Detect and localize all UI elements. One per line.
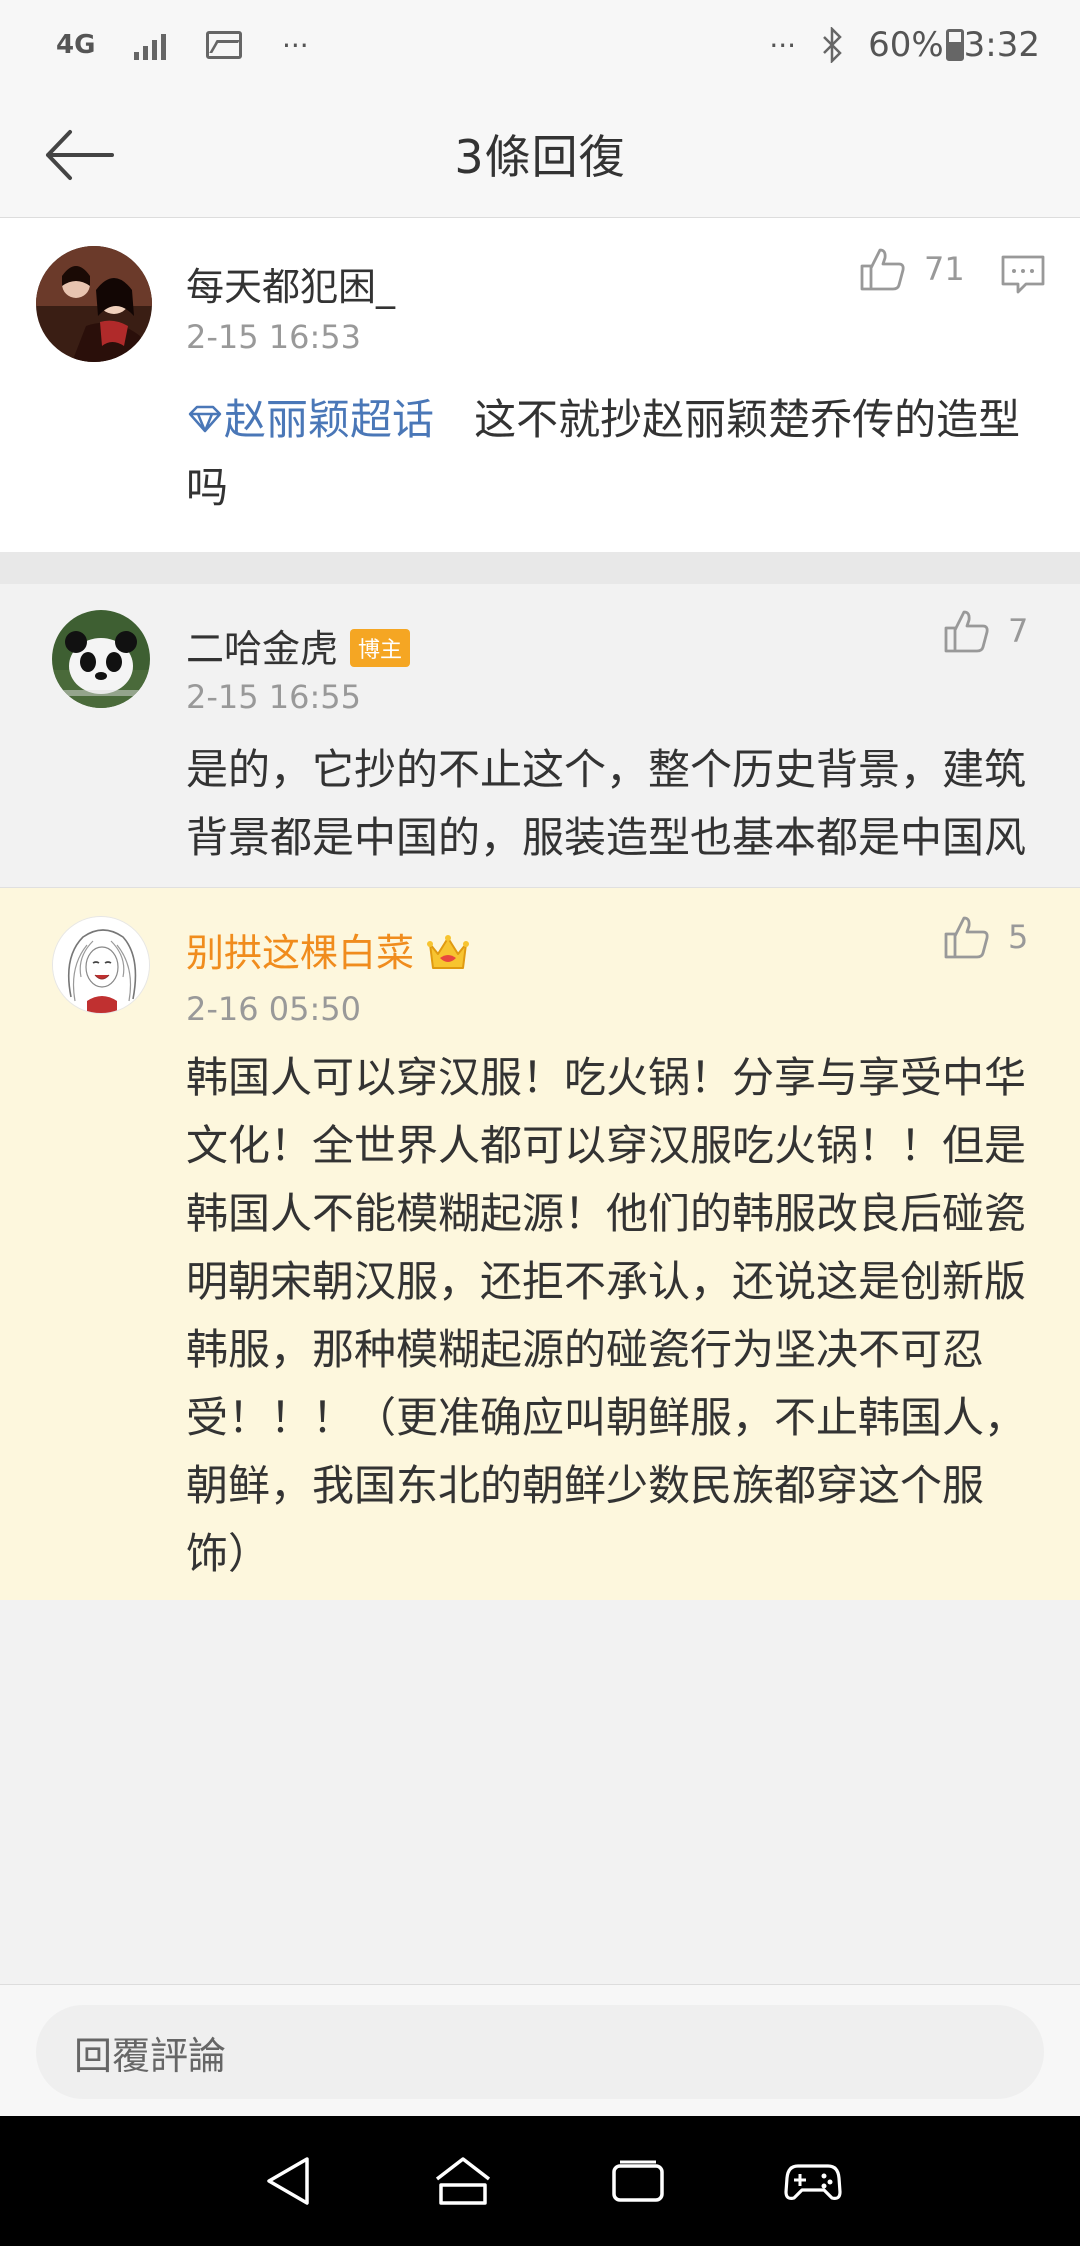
signal-icon (134, 30, 166, 60)
status-left: 4G ··· (56, 29, 769, 62)
thumbs-up-icon (944, 610, 989, 653)
image-notification-icon (206, 31, 242, 59)
nav-home-button[interactable] (423, 2141, 503, 2221)
reply-bar: 回覆評論 (0, 1984, 1080, 2116)
nav-back-button[interactable] (248, 2141, 328, 2221)
username[interactable]: 每天都犯困_ (186, 256, 395, 311)
gamepad-icon (783, 2164, 842, 2200)
system-nav-bar (0, 2116, 1080, 2246)
like-count: 7 (1008, 612, 1029, 650)
comment-text: 韩国人可以穿汉服！吃火锅！分享与享受中华文化！全世界人都可以穿汉服吃火锅！！但是… (186, 1053, 1027, 1578)
avatar[interactable] (36, 246, 152, 362)
thumbs-up-icon (944, 916, 989, 959)
topic-link[interactable]: 赵丽颖超话 (186, 395, 447, 444)
comment-item[interactable]: 别拱这棵白菜 2-16 05:50 5 韩国人可以穿汉服！吃火锅！分享与享受中华… (0, 888, 1080, 1600)
nav-home-icon (435, 2157, 490, 2205)
bluetooth-icon (823, 27, 842, 63)
username[interactable]: 二哈金虎 博主 (186, 618, 411, 673)
thumbs-up-icon (860, 248, 905, 291)
avatar[interactable] (52, 610, 150, 708)
crown-icon (427, 934, 470, 969)
nav-recents-button[interactable] (598, 2141, 678, 2221)
clock: 3:32 (963, 25, 1040, 65)
back-arrow-icon (46, 130, 114, 180)
page-title: 3條回復 (454, 129, 626, 184)
comment-text: 赵丽颖超话 这不就抄赵丽颖楚乔传的造型吗 (186, 386, 1036, 522)
like-button[interactable]: 5 (942, 914, 1028, 960)
page: 4G ··· ··· 60% 3:32 3條回復 每天都犯困_ 2-15 16:… (0, 0, 1080, 2246)
like-count: 5 (1008, 918, 1029, 956)
username[interactable]: 别拱这棵白菜 (186, 922, 470, 977)
comment-item[interactable]: 二哈金虎 博主 2-15 16:55 7 是的，它抄的不止这个，整个历史背景，建筑… (0, 584, 1080, 888)
username-text: 别拱这棵白菜 (186, 931, 415, 975)
timestamp: 2-15 16:55 (186, 678, 362, 716)
battery-icon (945, 29, 964, 61)
like-count: 71 (924, 250, 965, 288)
status-bar: 4G ··· ··· 60% 3:32 (0, 0, 1080, 90)
comment-item[interactable]: 每天都犯困_ 2-15 16:53 71 赵丽颖超话 这不就抄赵丽颖楚乔传的造型… (0, 218, 1080, 552)
back-button[interactable] (40, 120, 120, 190)
username-text: 二哈金虎 (186, 627, 339, 671)
author-badge: 博主 (350, 628, 411, 667)
network-type: 4G (56, 30, 96, 60)
more-notifications: ··· (282, 28, 309, 62)
topic-diamond-icon (188, 405, 222, 432)
more-status: ··· (769, 28, 797, 62)
like-button[interactable]: 7 (942, 608, 1028, 654)
section-divider (0, 552, 1080, 584)
avatar[interactable] (52, 916, 150, 1014)
timestamp: 2-15 16:53 (186, 318, 362, 356)
nav-recents-icon (611, 2160, 664, 2202)
header: 3條回復 (0, 90, 1080, 218)
like-button[interactable]: 71 (858, 246, 965, 292)
topic-name: 赵丽颖超话 (224, 395, 435, 444)
status-right: ··· 60% 3:32 (769, 25, 1040, 65)
comment-text: 是的，它抄的不止这个，整个历史背景，建筑背景都是中国的，服装造型也基本都是中国风 (186, 745, 1027, 862)
nav-back-icon (266, 2157, 309, 2205)
reply-input[interactable]: 回覆評論 (36, 2005, 1044, 2099)
game-mode-button[interactable] (773, 2141, 853, 2221)
comment-icon (1001, 255, 1045, 294)
reply-button[interactable] (1000, 254, 1046, 300)
timestamp: 2-16 05:50 (186, 990, 362, 1028)
battery-percent: 60% (868, 25, 944, 65)
